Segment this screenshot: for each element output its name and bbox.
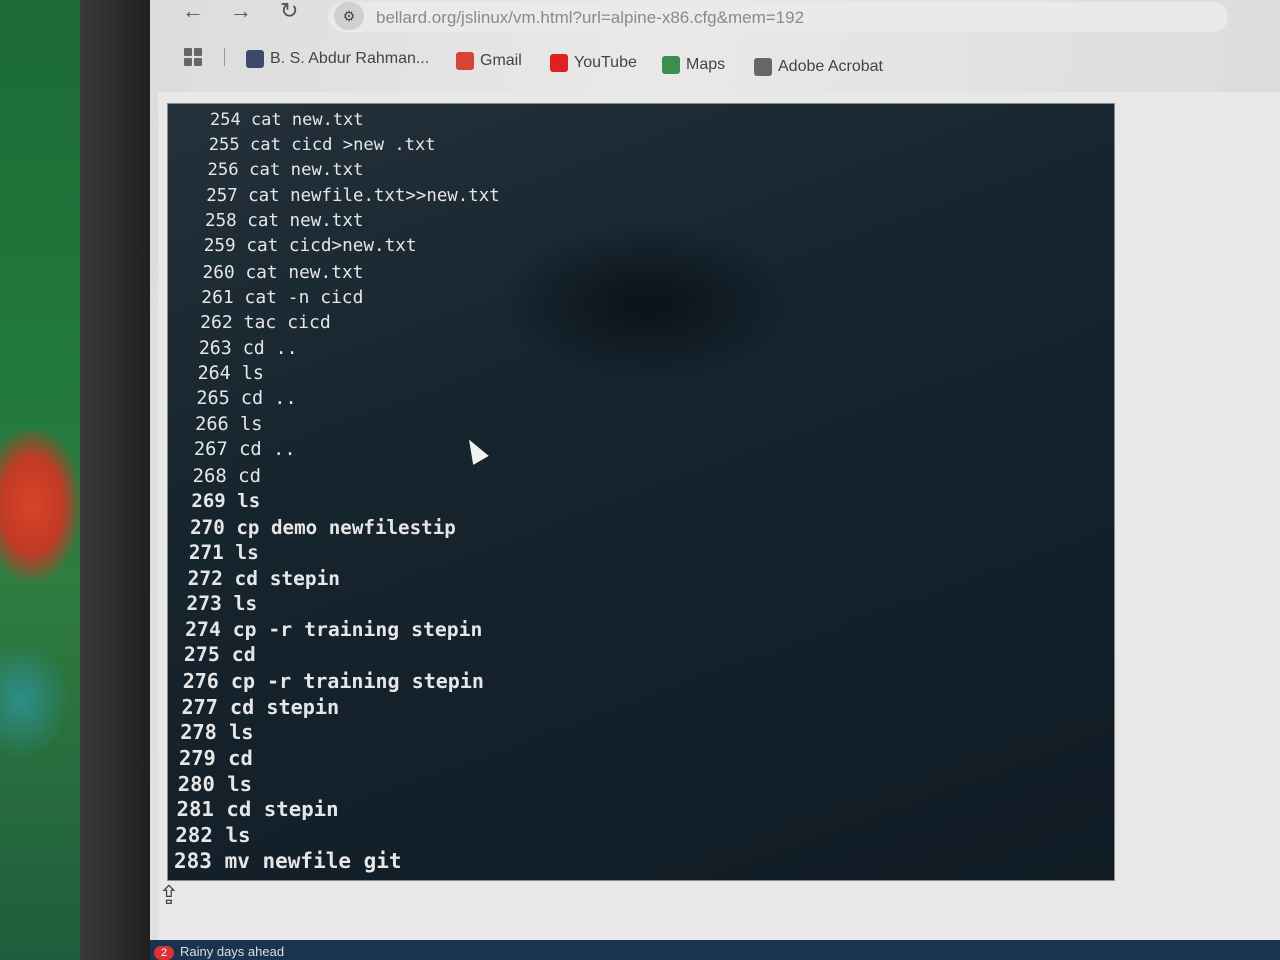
- terminal-line: 258 cat new.txt: [205, 210, 364, 231]
- doc-icon: [246, 50, 264, 68]
- terminal-line: 263 cd ..: [198, 337, 298, 359]
- bookmark-label: Gmail: [480, 52, 522, 69]
- maps-icon: [662, 56, 680, 74]
- terminal-line: 275 cd: [183, 643, 256, 667]
- terminal-line: 261 cat -n cicd: [201, 286, 364, 308]
- terminal-line: 269 ls: [191, 490, 261, 513]
- terminal-line: 255 cat cicd >new .txt: [208, 135, 436, 156]
- terminal-line: 260 cat new.txt: [202, 261, 364, 283]
- terminal-line: 277 cd stepin: [181, 694, 340, 719]
- browser-window: ← → ↻ ⚙ bellard.org/jslinux/vm.html?url=…: [150, 0, 1280, 960]
- monitor-bezel: [80, 0, 160, 960]
- terminal-line: 273 ls: [186, 592, 258, 616]
- back-arrow-icon[interactable]: ←: [182, 0, 204, 22]
- terminal-line: 257 cat newfile.txt>>new.txt: [206, 185, 500, 206]
- terminal-line: 264 ls: [197, 362, 264, 384]
- terminal-line: 266 ls: [195, 413, 263, 435]
- background-cloth: [0, 430, 80, 580]
- terminal-line: 267 cd ..: [193, 439, 296, 461]
- bookmark-doc[interactable]: B. S. Abdur Rahman...: [246, 50, 429, 68]
- url-text[interactable]: bellard.org/jslinux/vm.html?url=alpine-x…: [376, 8, 804, 28]
- terminal-line: 254 cat new.txt: [210, 110, 364, 130]
- terminal-line: 270 cp demo newfilestip: [190, 515, 456, 539]
- browser-toolbar: ← → ↻ ⚙ bellard.org/jslinux/vm.html?url=…: [150, 0, 1280, 42]
- bookmark-youtube[interactable]: YouTube: [550, 54, 637, 72]
- linux-terminal[interactable]: 254 cat new.txt 255 cat cicd >new .txt 256…: [168, 104, 1114, 880]
- address-bar[interactable]: ⚙ bellard.org/jslinux/vm.html?url=alpine…: [328, 2, 1228, 32]
- terminal-line: 276 cp -r training stepin: [182, 669, 484, 693]
- background-cloth-teal: [0, 640, 70, 760]
- bookmark-label: Maps: [686, 56, 726, 73]
- terminal-line: 278 ls: [180, 720, 254, 745]
- terminal-line: 262 tac cicd: [200, 312, 331, 334]
- terminal-line: 282 ls: [175, 823, 251, 848]
- terminal-line: 265 cd ..: [196, 388, 297, 410]
- terminal-line: 274 cp -r training stepin: [185, 617, 483, 641]
- terminal-line: 280 ls: [177, 771, 253, 796]
- acrobat-icon: [754, 58, 772, 76]
- terminal-output: 254 cat new.txt 255 cat cicd >new .txt 256…: [168, 104, 1114, 880]
- terminal-line: 281 cd stepin: [176, 797, 339, 822]
- notification-badge: 2: [154, 946, 174, 960]
- youtube-icon: [550, 54, 568, 72]
- bookmark-acrobat[interactable]: Adobe Acrobat: [754, 58, 883, 76]
- terminal-line: 272 cd stepin: [187, 566, 341, 590]
- bookmark-gmail[interactable]: Gmail: [456, 52, 522, 70]
- bookmarks-divider: [224, 48, 225, 66]
- terminal-line: 259 cat cicd>new.txt: [203, 236, 417, 257]
- bookmark-maps[interactable]: Maps: [662, 56, 725, 74]
- reload-icon[interactable]: ↻: [280, 0, 298, 22]
- weather-widget-label[interactable]: Rainy days ahead: [180, 944, 284, 959]
- apps-grid-icon[interactable]: [184, 48, 202, 66]
- bookmark-label: YouTube: [574, 54, 637, 71]
- terminal-line: 268 cd: [192, 464, 261, 487]
- gmail-icon: [456, 52, 474, 70]
- bookmarks-bar: B. S. Abdur Rahman... Gmail YouTube Maps Ado…: [150, 42, 1280, 90]
- jslinux-page: 254 cat new.txt 255 cat cicd >new .txt 256…: [158, 92, 1280, 942]
- forward-arrow-icon[interactable]: →: [230, 0, 252, 22]
- bookmark-label: Adobe Acrobat: [778, 58, 883, 75]
- terminal-line: 271 ls: [188, 541, 259, 565]
- terminal-line: 256 cat new.txt: [207, 160, 364, 181]
- upload-icon[interactable]: ⇪: [158, 882, 188, 908]
- bookmark-label: B. S. Abdur Rahman...: [270, 50, 430, 67]
- terminal-line: 279 cd: [178, 745, 253, 770]
- site-settings-icon[interactable]: ⚙: [334, 2, 364, 30]
- taskbar: 2 Rainy days ahead: [150, 940, 1280, 960]
- terminal-line: 283 mv newfile git: [174, 848, 402, 873]
